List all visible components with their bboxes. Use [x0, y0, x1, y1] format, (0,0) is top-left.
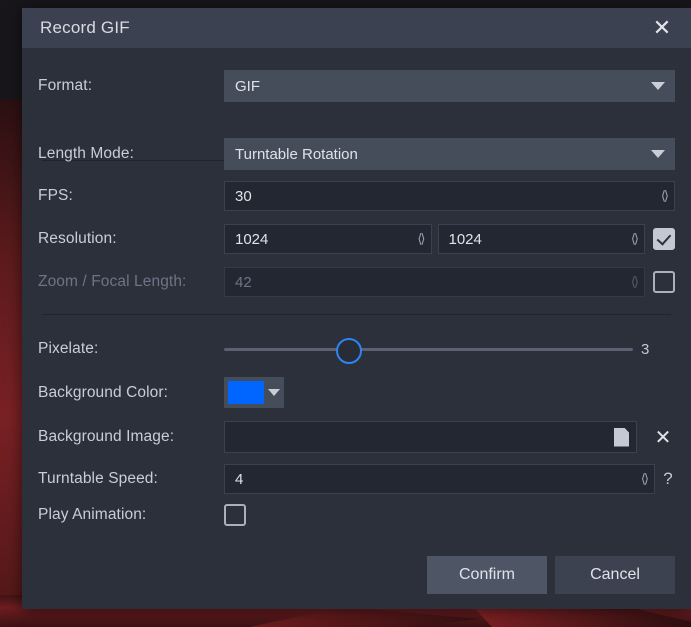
- row-play-animation: Play Animation:: [38, 504, 675, 526]
- record-gif-dialog: Record GIF ✕ Format: GIF Length Mode: Tu…: [22, 8, 691, 609]
- format-value: GIF: [235, 77, 260, 95]
- dialog-titlebar: Record GIF ✕: [22, 8, 691, 48]
- background-color-label: Background Color:: [38, 383, 169, 401]
- row-format: Format: GIF: [38, 70, 675, 102]
- resolution-height-stepper-icon[interactable]: ⟨⟩: [627, 231, 639, 247]
- question-mark-icon[interactable]: ?: [661, 469, 675, 489]
- row-fps: FPS: 30 ⟨⟩: [38, 181, 675, 211]
- zoom-focal-length-input[interactable]: 42 ⟨⟩: [224, 267, 645, 297]
- pixelate-slider-handle[interactable]: [335, 338, 362, 364]
- fps-value: 30: [235, 187, 252, 205]
- background-image-label: Background Image:: [38, 428, 175, 445]
- row-zoom-focal-length: Zoom / Focal Length: 42 ⟨⟩: [38, 267, 675, 297]
- background-color-swatch: [228, 381, 264, 404]
- row-resolution: Resolution: 1024 ⟨⟩ 1024 ⟨⟩: [38, 224, 675, 254]
- resolution-height-input[interactable]: 1024 ⟨⟩: [437, 224, 645, 254]
- fps-stepper-icon[interactable]: ⟨⟩: [657, 188, 669, 204]
- length-mode-label: Length Mode:: [38, 145, 134, 162]
- backdrop-accent-left: [0, 100, 24, 627]
- close-icon[interactable]: ✕: [647, 13, 677, 43]
- turntable-speed-label: Turntable Speed:: [38, 470, 158, 487]
- chevron-down-icon: [651, 82, 665, 90]
- zoom-focal-length-enable-checkbox[interactable]: [653, 271, 675, 293]
- resolution-width-value: 1024: [235, 230, 269, 248]
- fps-label: FPS:: [38, 187, 73, 204]
- zoom-focal-length-label: Zoom / Focal Length:: [38, 273, 187, 290]
- pixelate-value: 3: [641, 340, 650, 358]
- turntable-speed-input[interactable]: 4 ⟨⟩: [224, 464, 655, 494]
- file-icon[interactable]: [614, 427, 629, 447]
- background-image-input[interactable]: [224, 421, 637, 453]
- play-animation-label: Play Animation:: [38, 506, 147, 523]
- row-turntable-speed: Turntable Speed: 4 ⟨⟩ ?: [38, 464, 675, 494]
- turntable-speed-stepper-icon[interactable]: ⟨⟩: [637, 471, 649, 487]
- resolution-height-value: 1024: [448, 230, 482, 248]
- cancel-button[interactable]: Cancel: [555, 556, 675, 594]
- row-pixelate: Pixelate: 3: [38, 336, 675, 364]
- fps-input[interactable]: 30 ⟨⟩: [224, 181, 675, 211]
- background-image-clear-button[interactable]: ✕: [651, 425, 675, 450]
- pixelate-label: Pixelate:: [38, 340, 99, 357]
- length-mode-value: Turntable Rotation: [235, 145, 358, 163]
- dialog-title: Record GIF: [40, 18, 130, 37]
- resolution-lock-checkbox[interactable]: [653, 228, 675, 250]
- row-length-mode: Length Mode: Turntable Rotation: [38, 138, 675, 170]
- turntable-speed-value: 4: [235, 470, 244, 488]
- resolution-width-stepper-icon[interactable]: ⟨⟩: [413, 231, 425, 247]
- pixelate-slider[interactable]: 3: [224, 336, 675, 364]
- play-animation-checkbox[interactable]: [224, 504, 246, 526]
- chevron-down-icon: [268, 389, 280, 396]
- resolution-label: Resolution:: [38, 230, 117, 247]
- length-mode-select[interactable]: Turntable Rotation: [224, 138, 675, 170]
- format-select[interactable]: GIF: [224, 70, 675, 102]
- background-color-picker[interactable]: [224, 377, 284, 408]
- row-background-image: Background Image: ✕: [38, 421, 675, 453]
- row-background-color: Background Color:: [38, 377, 675, 408]
- separator-2: [42, 314, 671, 315]
- resolution-width-input[interactable]: 1024 ⟨⟩: [224, 224, 432, 254]
- zoom-focal-length-value: 42: [235, 273, 252, 291]
- backdrop-shape-a: [250, 607, 480, 627]
- confirm-button[interactable]: Confirm: [427, 556, 547, 594]
- format-label: Format:: [38, 77, 93, 94]
- pixelate-slider-track[interactable]: [224, 348, 633, 351]
- dialog-footer: Confirm Cancel: [427, 556, 675, 594]
- zoom-focal-length-stepper-icon[interactable]: ⟨⟩: [627, 274, 639, 290]
- chevron-down-icon: [651, 150, 665, 158]
- dialog-body: Format: GIF Length Mode: Turntable Rotat…: [22, 48, 691, 609]
